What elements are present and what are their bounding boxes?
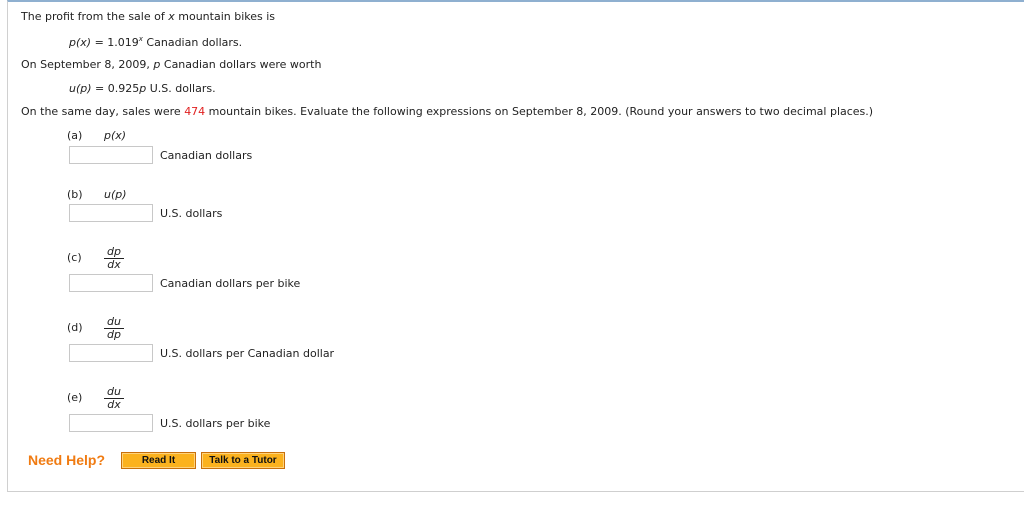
intro-line-3: On September 8, 2009, p Canadian dollars…	[21, 58, 322, 71]
answer-input-e[interactable]	[69, 414, 153, 432]
bike-count: 474	[184, 105, 206, 118]
part-e-unit: U.S. dollars per bike	[160, 417, 271, 430]
answer-input-a[interactable]	[69, 146, 153, 164]
exchange-function: u(p) = 0.925p U.S. dollars.	[69, 82, 216, 95]
answer-input-d[interactable]	[69, 344, 153, 362]
part-a-expr: p(x)	[104, 129, 127, 142]
part-b-expr: u(p)	[104, 188, 127, 201]
part-e-derivative: du dx	[104, 386, 124, 411]
part-c-derivative: dp dx	[104, 246, 124, 271]
profit-function: p(x) = 1.019x Canadian dollars.	[69, 35, 243, 49]
need-help-label: Need Help?	[28, 452, 106, 468]
part-a-label: (a)	[67, 129, 83, 142]
answer-input-c[interactable]	[69, 274, 153, 292]
part-e-label: (e)	[67, 391, 83, 404]
part-c-label: (c)	[67, 251, 82, 264]
part-a-unit: Canadian dollars	[160, 149, 253, 162]
part-d-label: (d)	[67, 321, 83, 334]
answer-input-b[interactable]	[69, 204, 153, 222]
talk-to-tutor-button[interactable]: Talk to a Tutor	[201, 452, 285, 469]
part-c-unit: Canadian dollars per bike	[160, 277, 301, 290]
part-d-unit: U.S. dollars per Canadian dollar	[160, 347, 335, 360]
read-it-button[interactable]: Read It	[121, 452, 196, 469]
instructions: On the same day, sales were 474 mountain…	[21, 105, 874, 118]
part-d-derivative: du dp	[104, 316, 124, 341]
part-b-unit: U.S. dollars	[160, 207, 223, 220]
part-b-label: (b)	[67, 188, 83, 201]
intro-line-1: The profit from the sale of x mountain b…	[21, 10, 276, 23]
